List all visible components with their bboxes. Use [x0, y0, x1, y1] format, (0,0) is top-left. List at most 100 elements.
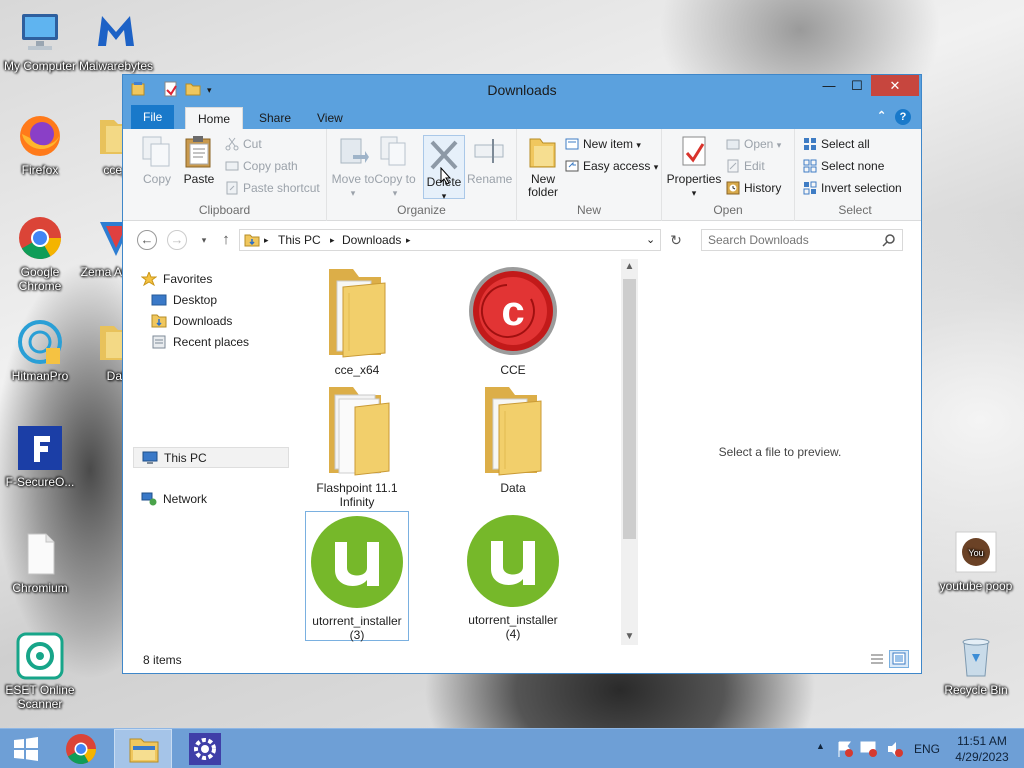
invert-selection-button[interactable]: Invert selection	[803, 178, 902, 198]
back-arrow-icon[interactable]: ←	[137, 230, 157, 250]
desktop-icon-google-chrome[interactable]: Google Chrome	[0, 214, 80, 293]
select-group: Select all Select none Invert selection …	[795, 129, 915, 221]
volume-muted-icon[interactable]	[886, 740, 904, 768]
address-history-chevron-icon[interactable]: ⌄	[646, 233, 655, 246]
desktop-icon-eset[interactable]: ESET Online Scanner	[0, 632, 80, 711]
file-item-utorrent-installer-4[interactable]: utorrent_installer (4)	[461, 513, 565, 641]
taskbar-settings-button[interactable]	[176, 729, 234, 768]
network-status-icon[interactable]	[860, 740, 878, 768]
history-icon	[726, 181, 740, 195]
desktop-icon-youtube-poop[interactable]: You youtube poop	[936, 528, 1016, 593]
help-button[interactable]: ?	[895, 109, 911, 125]
chrome-icon	[16, 214, 64, 262]
paste-shortcut-button[interactable]: Paste shortcut	[225, 178, 320, 198]
computer-icon	[16, 8, 64, 56]
taskbar-file-explorer-button[interactable]	[114, 729, 172, 768]
desktop-icon-recycle-bin[interactable]: Recycle Bin	[936, 632, 1016, 697]
search-box[interactable]	[701, 229, 903, 251]
invert-selection-icon	[803, 181, 817, 195]
fsecure-icon	[16, 424, 64, 472]
select-none-button[interactable]: Select none	[803, 156, 884, 176]
breadcrumb-downloads[interactable]: Downloads	[342, 233, 401, 247]
paste-button[interactable]: Paste	[177, 133, 221, 186]
desktop-icon-chromium[interactable]: Chromium	[0, 530, 80, 595]
breadcrumb-separator-icon[interactable]: ▸	[406, 235, 411, 246]
chevron-up-icon[interactable]: ⌃	[877, 109, 886, 122]
downloads-folder-icon	[151, 314, 167, 328]
ribbon-tabs: File Home Share View ⌃ ?	[123, 105, 921, 129]
history-button[interactable]: History	[726, 178, 781, 198]
file-list: cce_x64 c CCE Flashpoint 11.1 Infinity D…	[299, 259, 625, 645]
desktop-icon-my-computer[interactable]: My Computer	[0, 8, 80, 73]
tab-view[interactable]: View	[305, 107, 355, 129]
copy-icon	[141, 135, 173, 169]
youtube-icon: You	[952, 528, 1000, 576]
ribbon: Copy Paste Cut Copy path Paste shortcut …	[123, 129, 921, 221]
breadcrumb-separator-icon[interactable]: ▸	[264, 235, 269, 246]
file-item-flashpoint[interactable]: Flashpoint 11.1 Infinity	[305, 381, 409, 509]
copy-to-button[interactable]: Copy to ▾	[373, 133, 417, 200]
up-arrow-icon[interactable]: ↑	[215, 230, 237, 250]
address-bar[interactable]: ▸ This PC ▸ Downloads ▸ ⌄	[239, 229, 661, 251]
explorer-window: ▾ Downloads — ☐ ✕ File Home Share View ⌃…	[122, 74, 922, 674]
rename-button[interactable]: Rename	[467, 133, 512, 186]
copy-path-button[interactable]: Copy path	[225, 156, 298, 176]
open-button[interactable]: Open ▾	[726, 134, 781, 154]
close-button[interactable]: ✕	[871, 75, 919, 96]
details-view-icon[interactable]	[867, 650, 887, 668]
downloads-location-icon	[244, 232, 260, 251]
maximize-button[interactable]: ☐	[843, 75, 871, 96]
easy-access-button[interactable]: Easy access ▾	[565, 156, 658, 176]
comodo-icon: c	[465, 263, 561, 359]
search-input[interactable]	[708, 233, 876, 247]
title-bar[interactable]: ▾ Downloads — ☐ ✕	[123, 75, 921, 105]
file-item-cce[interactable]: c CCE	[461, 263, 565, 377]
scroll-thumb[interactable]	[623, 279, 636, 539]
edit-button[interactable]: Edit	[726, 156, 765, 176]
cut-button[interactable]: Cut	[225, 134, 262, 154]
refresh-icon[interactable]: ↻	[665, 230, 687, 250]
language-indicator[interactable]: ENG	[914, 742, 940, 768]
organize-group: Move to ▾ Copy to ▾ Delete ▾ Rename Orga…	[327, 129, 517, 221]
new-folder-button[interactable]: New folder	[521, 133, 565, 199]
file-icon	[16, 530, 64, 578]
desktop-icon-malwarebytes[interactable]: Malwarebytes	[76, 8, 156, 73]
forward-arrow-icon[interactable]: →	[167, 230, 187, 250]
new-folder-icon	[527, 135, 559, 169]
breadcrumb-this-pc[interactable]: This PC	[278, 233, 321, 247]
large-icons-view-icon[interactable]	[889, 650, 909, 668]
search-icon[interactable]	[882, 233, 896, 250]
vertical-scrollbar[interactable]: ▲ ▼	[621, 259, 638, 645]
properties-button[interactable]: Properties ▾	[666, 133, 722, 200]
tab-share[interactable]: Share	[247, 107, 303, 129]
file-item-cce-x64[interactable]: cce_x64	[305, 263, 409, 377]
star-icon	[140, 270, 158, 287]
folder-icon	[309, 381, 405, 477]
recent-locations-chevron-icon[interactable]: ▾	[193, 230, 215, 250]
tab-home[interactable]: Home	[185, 107, 244, 129]
desktop-icon-hitmanpro[interactable]: HitmanPro	[0, 318, 80, 383]
select-all-button[interactable]: Select all	[803, 134, 870, 154]
desktop-icon-fsecure[interactable]: F-SecureO...	[0, 424, 80, 489]
copy-to-icon	[379, 135, 411, 169]
file-item-data[interactable]: Data	[461, 381, 565, 495]
show-hidden-icons-chevron-icon[interactable]: ▲	[816, 741, 825, 768]
scroll-down-arrow-icon[interactable]: ▼	[621, 629, 638, 645]
new-item-button[interactable]: New item ▾	[565, 134, 641, 154]
breadcrumb-separator-icon[interactable]: ▸	[330, 235, 335, 246]
paste-shortcut-icon	[225, 181, 239, 195]
eset-icon	[16, 632, 64, 680]
file-item-utorrent-installer-3[interactable]: utorrent_installer (3)	[305, 511, 409, 642]
copy-button[interactable]: Copy	[135, 133, 179, 186]
clock[interactable]: 11:51 AM 4/29/2023	[946, 733, 1018, 768]
nav-this-pc[interactable]: This PC	[133, 447, 289, 468]
move-to-button[interactable]: Move to ▾	[331, 133, 375, 200]
start-button[interactable]	[0, 729, 52, 768]
minimize-button[interactable]: —	[815, 75, 843, 96]
tab-file[interactable]: File	[131, 105, 175, 129]
desktop-icon	[151, 293, 167, 307]
action-center-flag-icon[interactable]	[836, 740, 854, 768]
scroll-up-arrow-icon[interactable]: ▲	[621, 259, 638, 275]
desktop-icon-firefox[interactable]: Firefox	[0, 112, 80, 177]
taskbar-chrome-button[interactable]	[52, 729, 110, 768]
